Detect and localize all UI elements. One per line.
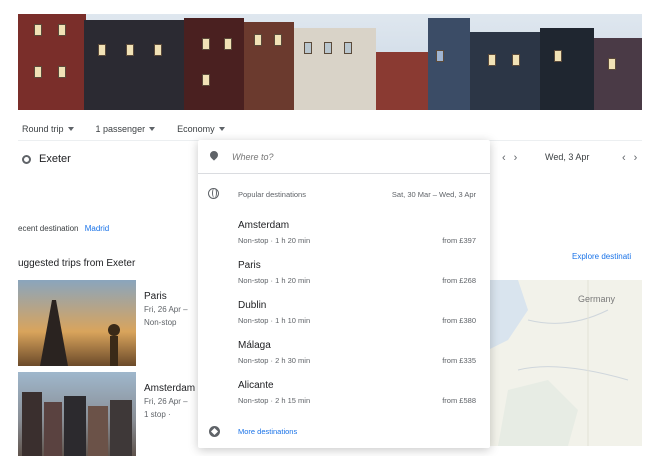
- departure-date-nav: ‹ ›: [502, 152, 517, 164]
- destination-option[interactable]: Málaga Non-stop · 2 h 30 min from £335: [198, 338, 490, 378]
- trip-thumbnail: [18, 280, 136, 366]
- cabin-class-select[interactable]: Economy: [177, 122, 225, 136]
- chevron-down-icon: [67, 127, 74, 131]
- suggested-trips-title: uggested trips from Exeter: [18, 258, 136, 269]
- popular-destinations-header: Popular destinations Sat, 30 Mar – Wed, …: [198, 188, 490, 202]
- trip-date: Fri, 26 Apr –: [144, 397, 188, 406]
- globe-icon: [208, 188, 219, 199]
- return-date-value: Wed, 3 Apr: [545, 152, 590, 162]
- location-pin-icon: [210, 151, 218, 162]
- destination-detail: Non-stop · 2 h 15 min: [238, 396, 311, 405]
- trip-stops: 1 stop ·: [144, 410, 171, 419]
- destination-option[interactable]: Paris Non-stop · 1 h 20 min from £268: [198, 258, 490, 298]
- flights-page: Round trip 1 passenger Economy Exeter ‹ …: [0, 0, 656, 456]
- destination-detail: Non-stop · 1 h 10 min: [238, 316, 311, 325]
- origin-circle-icon: [22, 154, 31, 164]
- destination-search: [198, 140, 490, 174]
- destination-dropdown: Popular destinations Sat, 30 Mar – Wed, …: [198, 140, 490, 448]
- destination-price: from £335: [442, 356, 476, 365]
- chevron-right-icon[interactable]: ›: [514, 152, 518, 164]
- destination-price: from £380: [442, 316, 476, 325]
- popular-label: Popular destinations: [238, 190, 306, 199]
- destination-price: from £588: [442, 396, 476, 405]
- more-destinations-label: More destinations: [238, 427, 298, 436]
- destination-name: Málaga: [238, 340, 271, 351]
- trip-thumbnail: [18, 372, 136, 456]
- destination-name: Alicante: [238, 380, 274, 391]
- recent-label: ecent destination: [18, 224, 79, 233]
- destination-name: Paris: [238, 260, 261, 271]
- trip-type-label: Round trip: [22, 124, 64, 134]
- trip-stops: Non-stop: [144, 318, 177, 327]
- hero-image: [18, 14, 642, 110]
- popular-dates: Sat, 30 Mar – Wed, 3 Apr: [391, 190, 476, 199]
- destination-option[interactable]: Amsterdam Non-stop · 1 h 20 min from £39…: [198, 218, 490, 258]
- destination-price: from £397: [442, 236, 476, 245]
- destination-option[interactable]: Dublin Non-stop · 1 h 10 min from £380: [198, 298, 490, 338]
- destination-input[interactable]: [232, 151, 432, 162]
- map-country-label: Germany: [578, 294, 616, 304]
- passenger-select[interactable]: 1 passenger: [96, 122, 156, 136]
- destination-detail: Non-stop · 2 h 30 min: [238, 356, 311, 365]
- destination-name: Amsterdam: [238, 220, 290, 231]
- chevron-left-icon[interactable]: ‹: [502, 152, 506, 164]
- chevron-down-icon: [218, 127, 225, 131]
- trip-city: Paris: [144, 291, 167, 302]
- chevron-left-icon[interactable]: ‹: [622, 152, 626, 164]
- explore-destinations-link[interactable]: Explore destinati: [572, 252, 631, 261]
- trip-options-bar: Round trip 1 passenger Economy: [22, 122, 225, 136]
- origin-value: Exeter: [39, 153, 71, 165]
- destination-price: from £268: [442, 276, 476, 285]
- trip-date: Fri, 26 Apr –: [144, 305, 188, 314]
- recent-destinations: ecent destination Madrid: [18, 224, 109, 233]
- chevron-right-icon[interactable]: ›: [634, 152, 638, 164]
- destination-detail: Non-stop · 1 h 20 min: [238, 236, 311, 245]
- destination-option[interactable]: Alicante Non-stop · 2 h 15 min from £588: [198, 378, 490, 418]
- recent-destination-link[interactable]: Madrid: [85, 224, 109, 233]
- destination-detail: Non-stop · 1 h 20 min: [238, 276, 311, 285]
- more-destinations-link[interactable]: More destinations: [198, 424, 490, 440]
- destination-name: Dublin: [238, 300, 267, 311]
- cabin-class-label: Economy: [177, 124, 215, 134]
- return-date-nav: ‹ ›: [622, 152, 637, 164]
- trip-type-select[interactable]: Round trip: [22, 122, 74, 136]
- chevron-down-icon: [149, 127, 156, 131]
- trip-city: Amsterdam: [144, 383, 196, 394]
- passenger-label: 1 passenger: [95, 124, 146, 134]
- origin-field[interactable]: Exeter: [22, 153, 71, 165]
- destination-map[interactable]: Germany: [488, 280, 642, 446]
- return-date-field[interactable]: Wed, 3 Apr: [545, 152, 589, 162]
- compass-icon: [209, 426, 220, 437]
